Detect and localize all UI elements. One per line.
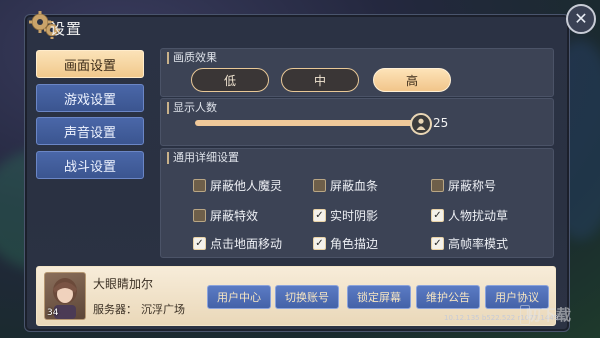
option-hide-hp-bar[interactable]: 屏蔽血条: [313, 177, 378, 194]
avatar[interactable]: 34: [44, 272, 86, 320]
option-label: 屏蔽特效: [210, 209, 259, 223]
option-label: 屏蔽血条: [330, 179, 379, 193]
option-hide-effects[interactable]: 屏蔽特效: [193, 207, 258, 224]
quality-high-button[interactable]: 高: [373, 68, 451, 92]
checkmark-icon[interactable]: ✓: [193, 237, 206, 250]
close-icon: ✕: [574, 9, 588, 28]
option-label: 人物扰动草: [448, 209, 509, 223]
player-name: 大眼睛加尔: [93, 277, 154, 291]
option-label: 实时阴影: [330, 209, 379, 223]
nav-item-battle[interactable]: 战斗设置: [36, 151, 144, 179]
quality-heading: 画质效果: [167, 52, 217, 64]
checkbox[interactable]: [313, 179, 326, 192]
server-name: 沉浮广场: [141, 303, 185, 316]
server-label: 服务器：: [93, 303, 137, 316]
detail-settings-section: 通用详细设置 屏蔽他人魔灵 屏蔽血条 屏蔽称号 屏蔽特效 ✓ 实时阴影 ✓ 人物…: [160, 148, 554, 258]
person-icon: [416, 118, 426, 130]
checkbox[interactable]: [193, 209, 206, 222]
display-count-section: 显示人数 25: [160, 98, 554, 146]
option-label: 屏蔽他人魔灵: [210, 179, 283, 193]
option-tap-ground-move[interactable]: ✓ 点击地面移动: [193, 235, 282, 252]
display-count-slider-handle[interactable]: [410, 113, 432, 135]
page-title: 设置: [50, 20, 83, 38]
option-high-framerate[interactable]: ✓ 高帧率模式: [431, 235, 508, 252]
display-count-slider-track[interactable]: [195, 120, 415, 126]
nav-item-display[interactable]: 画面设置: [36, 50, 144, 78]
display-count-value: 25: [433, 116, 449, 130]
checkbox[interactable]: [193, 179, 206, 192]
checkmark-icon[interactable]: ✓: [431, 237, 444, 250]
quality-section: 画质效果 低 中 高: [160, 48, 554, 97]
maintenance-notice-button[interactable]: 维护公告: [416, 285, 480, 309]
quality-medium-button[interactable]: 中: [281, 68, 359, 92]
option-hide-others-spirit[interactable]: 屏蔽他人魔灵: [193, 177, 282, 194]
lock-screen-button[interactable]: 锁定屏幕: [347, 285, 411, 309]
option-hide-title[interactable]: 屏蔽称号: [431, 177, 496, 194]
nav-item-game[interactable]: 游戏设置: [36, 84, 144, 112]
player-level: 34: [47, 308, 59, 318]
switch-account-button[interactable]: 切换账号: [275, 285, 339, 309]
checkmark-icon[interactable]: ✓: [313, 209, 326, 222]
user-center-button[interactable]: 用户中心: [207, 285, 271, 309]
checkmark-icon[interactable]: ✓: [431, 209, 444, 222]
close-button[interactable]: ✕: [566, 4, 596, 34]
display-count-heading: 显示人数: [167, 102, 217, 114]
checkbox[interactable]: [431, 179, 444, 192]
option-realtime-shadow[interactable]: ✓ 实时阴影: [313, 207, 378, 224]
option-label: 角色描边: [330, 237, 379, 251]
option-grass-interaction[interactable]: ✓ 人物扰动草: [431, 207, 508, 224]
option-label: 高帧率模式: [448, 237, 509, 251]
detail-settings-heading: 通用详细设置: [167, 152, 239, 164]
checkmark-icon[interactable]: ✓: [313, 237, 326, 250]
quality-low-button[interactable]: 低: [191, 68, 269, 92]
watermark: 叨下载: [526, 306, 572, 324]
option-label: 屏蔽称号: [448, 179, 497, 193]
nav-item-sound[interactable]: 声音设置: [36, 117, 144, 145]
option-character-outline[interactable]: ✓ 角色描边: [313, 235, 378, 252]
option-label: 点击地面移动: [210, 237, 283, 251]
